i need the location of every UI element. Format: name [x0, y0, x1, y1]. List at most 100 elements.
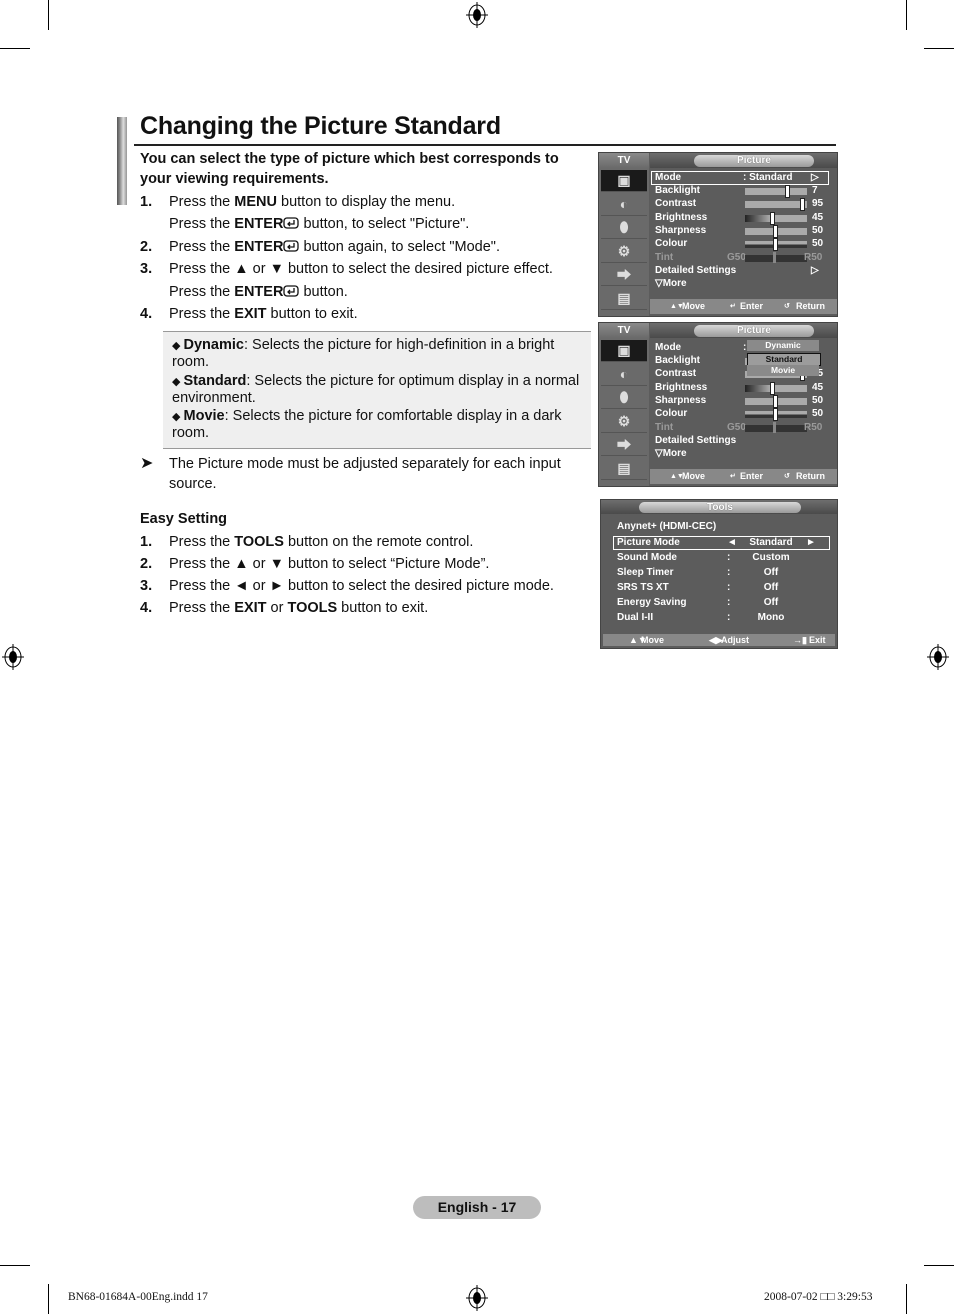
osd-slider[interactable] — [745, 198, 807, 212]
osd-slider-knob[interactable] — [773, 408, 778, 422]
dropdown-option-movie[interactable]: Movie — [747, 365, 819, 376]
osd-mode-label[interactable]: Mode — [655, 342, 681, 354]
osd-detailed-settings[interactable]: Detailed Settings — [655, 265, 736, 277]
mode-dropdown[interactable]: Dynamic Standard Movie — [747, 340, 821, 378]
page-number: English - 17 — [413, 1196, 541, 1219]
return-icon: ↺ — [784, 473, 790, 480]
tools-item-label[interactable]: Dual I-II — [617, 612, 653, 624]
osd-tint-left: G50 — [727, 421, 746, 433]
osd-setting-label[interactable]: Colour — [655, 238, 687, 250]
enter-icon — [283, 216, 300, 232]
osd-setting-label[interactable]: Brightness — [655, 382, 707, 394]
osd-picture-menu: TV ▣ ◐ ⬮ ⚙ ⮕ ▤ Picture Mode: Standard ▷ Backlight 7… — [598, 152, 838, 317]
osd-more[interactable]: ▽More — [655, 278, 687, 290]
osd-slider[interactable] — [745, 238, 807, 252]
osd-slider-knob[interactable] — [773, 394, 778, 408]
enter-icon — [283, 239, 300, 255]
button-name: MENU — [234, 194, 277, 210]
osd-more[interactable]: ▽More — [655, 448, 687, 460]
osd-setting-value: 50 — [812, 394, 824, 406]
step-text-pre: Press the — [169, 284, 235, 300]
osd-setting-label[interactable]: Colour — [655, 408, 687, 420]
osd-title: Picture — [694, 325, 814, 337]
osd-slider[interactable] — [745, 211, 807, 225]
osd-setting-label[interactable]: Backlight — [655, 185, 700, 197]
step-text-post: button to display the menu. — [276, 194, 456, 210]
tools-item-label[interactable]: Energy Saving — [617, 597, 686, 609]
crop-mark — [0, 48, 30, 49]
osd-title: Picture — [694, 155, 814, 167]
arrow-right-icon[interactable]: ► — [806, 537, 816, 549]
step-text-pre: Press the — [169, 600, 235, 616]
osd-slider[interactable] — [745, 381, 807, 395]
crop-mark — [48, 0, 49, 30]
osd-slider-knob[interactable] — [785, 185, 790, 198]
osd-slider[interactable] — [745, 185, 807, 198]
osd-setting-value: 50 — [812, 224, 824, 236]
osd-slider-knob[interactable] — [773, 224, 778, 238]
osd-tint-left: G50 — [727, 251, 746, 263]
osd-slider-knob[interactable] — [773, 238, 778, 252]
osd-slider[interactable] — [745, 408, 807, 422]
osd-slider-knob[interactable] — [770, 211, 775, 225]
button-name: TOOLS — [287, 600, 338, 616]
dropdown-option-standard[interactable]: Standard — [747, 352, 821, 366]
osd-setting-label[interactable]: Backlight — [655, 355, 700, 367]
diamond-bullet-icon: ◆ — [172, 411, 184, 423]
channel-icon[interactable]: ⬮ — [601, 217, 647, 239]
osd-footer: ▲▼ Move ↵ Enter ↺ Return — [650, 469, 837, 484]
button-name: TOOLS — [234, 534, 284, 550]
osd-setting-value: 7 — [812, 185, 818, 196]
diamond-bullet-icon: ◆ — [172, 376, 184, 388]
channel-icon[interactable]: ⬮ — [601, 387, 647, 409]
osd-slider-knob[interactable] — [770, 381, 775, 395]
picture-icon[interactable]: ▣ — [601, 170, 647, 192]
setup-icon[interactable]: ⚙ — [601, 411, 647, 433]
step-text-pre: Press the ▲ or ▼ button to select the de… — [169, 261, 553, 277]
tools-item-value: Mono — [757, 612, 785, 623]
osd-tint-right: R50 — [804, 421, 823, 433]
osd-setting-label[interactable]: Sharpness — [655, 395, 706, 407]
osd-tv-label: TV — [599, 323, 649, 338]
tools-item-colon: : — [727, 567, 731, 578]
osd-slider[interactable] — [745, 394, 807, 408]
tools-anynet[interactable]: Anynet+ (HDMI-CEC) — [617, 521, 716, 533]
file-slug: BN68-01684A-00Eng.indd 17 — [68, 1291, 208, 1303]
crop-mark — [906, 1284, 907, 1314]
step-text-mid: button on the remote control. — [283, 534, 474, 550]
tools-title: Tools — [639, 502, 801, 513]
input-icon[interactable]: ⮕ — [601, 264, 647, 286]
picture-icon[interactable]: ▣ — [601, 340, 647, 362]
osd-setting-label[interactable]: Contrast — [655, 198, 696, 210]
tools-footer: ▲▼ Move ◀▶ Adjust →▮ Exit — [603, 634, 835, 646]
step-text-pre: Press the — [169, 534, 235, 550]
setup-icon[interactable]: ⚙ — [601, 241, 647, 263]
step-text-pre: Press the — [169, 239, 235, 255]
tools-item-label[interactable]: Picture Mode — [617, 537, 680, 549]
sound-icon[interactable]: ◐ — [601, 364, 647, 386]
step-number: 3. — [140, 578, 153, 594]
osd-slider[interactable] — [745, 224, 807, 238]
osd-mode-value[interactable]: : Standard — [743, 172, 792, 184]
osd-setting-label[interactable]: Brightness — [655, 212, 707, 224]
application-icon[interactable]: ▤ — [601, 288, 647, 310]
arrow-left-icon[interactable]: ◄ — [727, 537, 737, 549]
tools-item-label[interactable]: SRS TS XT — [617, 582, 669, 594]
osd-setting-label[interactable]: Contrast — [655, 368, 696, 380]
step-text-pre: Press the ◄ or ► button to select the de… — [169, 578, 554, 594]
osd-mode-label[interactable]: Mode — [655, 172, 681, 184]
input-icon[interactable]: ⮕ — [601, 434, 647, 456]
osd-slider-knob[interactable] — [800, 198, 805, 212]
application-icon[interactable]: ▤ — [601, 458, 647, 480]
osd-setting-label[interactable]: Sharpness — [655, 225, 706, 237]
step-text: Press the EXIT or TOOLS button to exit. — [169, 598, 428, 618]
tools-item-label[interactable]: Sleep Timer — [617, 567, 674, 579]
osd-tint-label: Tint — [655, 251, 674, 263]
tools-item-label[interactable]: Sound Mode — [617, 552, 677, 564]
button-name: ENTER — [234, 284, 284, 300]
step-number: 3. — [140, 261, 153, 277]
osd-detailed-settings[interactable]: Detailed Settings — [655, 435, 736, 447]
dropdown-option-dynamic[interactable]: Dynamic — [747, 340, 819, 351]
sound-icon[interactable]: ◐ — [601, 194, 647, 216]
step-text-pre: Press the — [169, 306, 235, 322]
